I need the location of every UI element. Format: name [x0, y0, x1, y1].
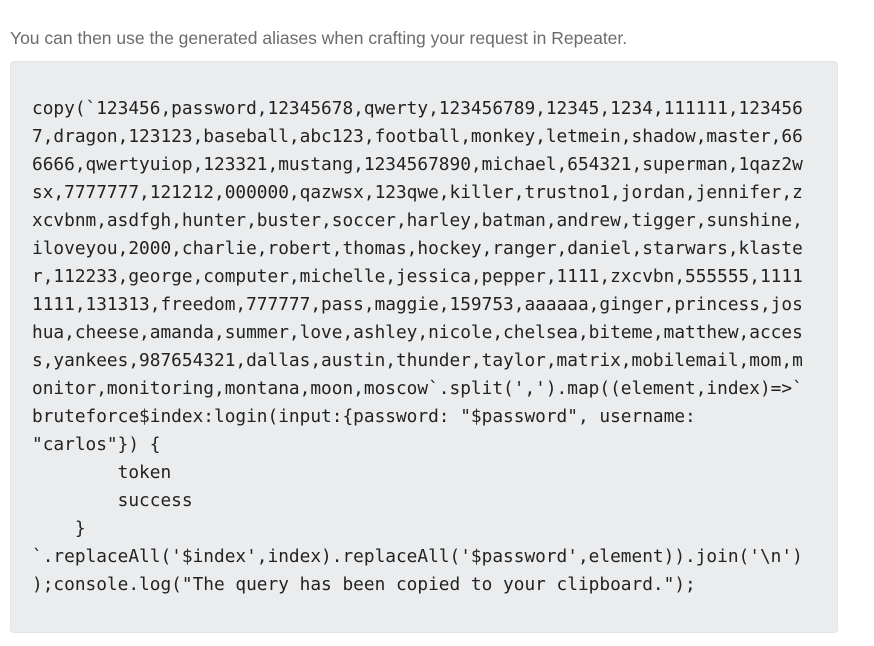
code-line: 7,dragon,123123,baseball,abc123,football… — [32, 126, 803, 147]
code-line: 1111,131313,freedom,777777,pass,maggie,1… — [32, 294, 803, 315]
code-line: token — [32, 462, 172, 483]
code-line: `.replaceAll('$index',index).replaceAll(… — [32, 546, 803, 567]
code-line: bruteforce$index:login(input:{password: … — [32, 406, 696, 427]
code-line: copy(`123456,password,12345678,qwerty,12… — [32, 98, 803, 119]
code-block: copy(`123456,password,12345678,qwerty,12… — [10, 61, 838, 633]
code-line: hua,cheese,amanda,summer,love,ashley,nic… — [32, 322, 803, 343]
code-content: copy(`123456,password,12345678,qwerty,12… — [32, 95, 803, 599]
code-line: "carlos"}) { — [32, 434, 161, 455]
code-line: } — [32, 518, 86, 539]
code-line: 6666,qwertyuiop,123321,mustang,123456789… — [32, 154, 803, 175]
code-line: success — [32, 490, 193, 511]
code-line: s,yankees,987654321,dallas,austin,thunde… — [32, 350, 803, 371]
page: You can then use the generated aliases w… — [0, 0, 874, 646]
code-line: iloveyou,2000,charlie,robert,thomas,hock… — [32, 238, 803, 259]
code-line: r,112233,george,computer,michelle,jessic… — [32, 266, 803, 287]
code-line: sx,7777777,121212,000000,qazwsx,123qwe,k… — [32, 182, 803, 203]
code-line: xcvbnm,asdfgh,hunter,buster,soccer,harle… — [32, 210, 803, 231]
code-line: onitor,monitoring,montana,moon,moscow`.s… — [32, 378, 803, 399]
code-line: );console.log("The query has been copied… — [32, 574, 696, 595]
intro-paragraph: You can then use the generated aliases w… — [10, 28, 628, 48]
